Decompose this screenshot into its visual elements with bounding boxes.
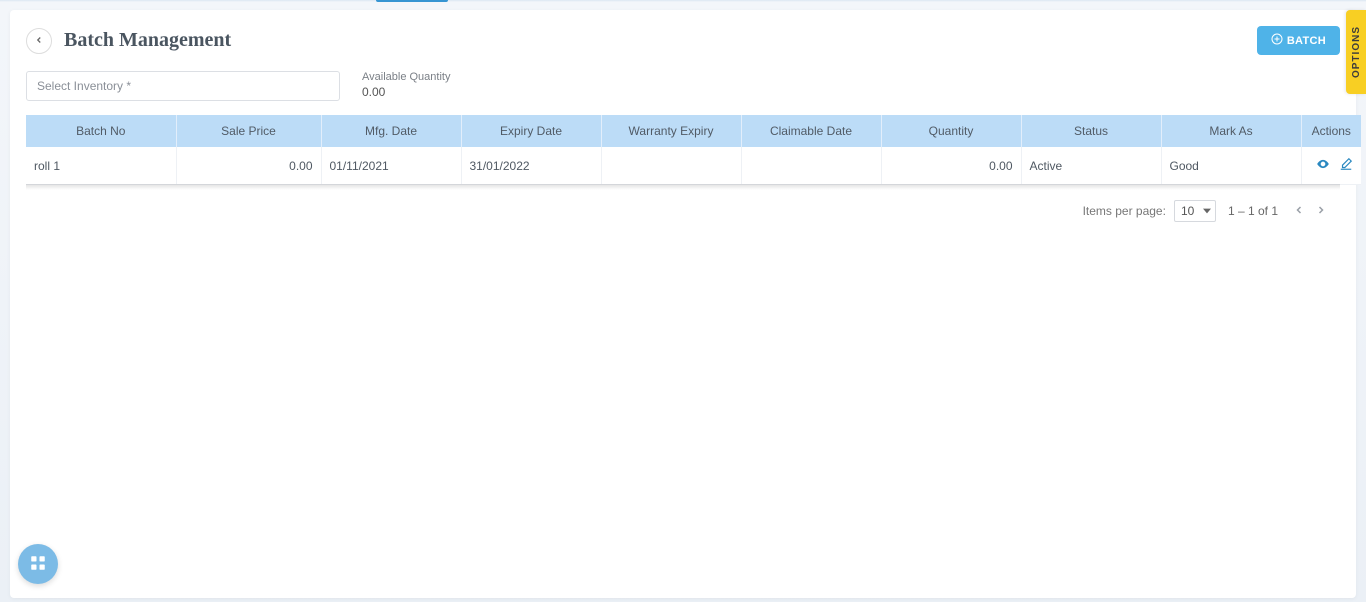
pagination-next[interactable]: [1310, 200, 1332, 222]
col-batch-no: Batch No: [26, 115, 176, 147]
back-button[interactable]: [26, 28, 52, 54]
chevron-right-icon: [1315, 204, 1327, 219]
apps-fab[interactable]: [18, 544, 58, 584]
items-per-page-label: Items per page:: [1083, 204, 1166, 218]
main-panel: Batch Management BATCH Select Inventory …: [10, 10, 1356, 598]
col-actions: Actions: [1301, 115, 1361, 147]
col-claimable-date: Claimable Date: [741, 115, 881, 147]
cell-warranty-expiry: [601, 147, 741, 185]
add-batch-button[interactable]: BATCH: [1257, 26, 1340, 55]
items-per-page-value: 10: [1181, 204, 1194, 218]
table-row: roll 1 0.00 01/11/2021 31/01/2022 0.00 A…: [26, 147, 1361, 185]
col-mfg-date: Mfg. Date: [321, 115, 461, 147]
view-action[interactable]: [1316, 157, 1330, 174]
col-warranty-expiry: Warranty Expiry: [601, 115, 741, 147]
chevron-left-icon: [1293, 204, 1305, 219]
edit-action[interactable]: [1339, 157, 1353, 174]
add-batch-button-label: BATCH: [1287, 35, 1326, 47]
cell-actions: [1301, 147, 1361, 185]
col-sale-price: Sale Price: [176, 115, 321, 147]
items-per-page-select[interactable]: 10: [1174, 200, 1216, 222]
select-inventory-placeholder: Select Inventory *: [37, 79, 131, 93]
page-title: Batch Management: [64, 29, 1257, 52]
plus-icon: [1271, 33, 1287, 48]
cell-expiry-date: 31/01/2022: [461, 147, 601, 185]
edit-icon: [1339, 157, 1353, 174]
col-mark-as: Mark As: [1161, 115, 1301, 147]
cell-claimable-date: [741, 147, 881, 185]
table-header-row: Batch No Sale Price Mfg. Date Expiry Dat…: [26, 115, 1361, 147]
cell-status: Active: [1021, 147, 1161, 185]
pagination-prev[interactable]: [1288, 200, 1310, 222]
filter-row: Select Inventory * Available Quantity 0.…: [26, 71, 1340, 101]
batch-table: Batch No Sale Price Mfg. Date Expiry Dat…: [26, 115, 1361, 185]
col-status: Status: [1021, 115, 1161, 147]
cell-batch-no: roll 1: [26, 147, 176, 185]
pagination: Items per page: 10 1 – 1 of 1: [26, 190, 1340, 222]
caret-down-icon: [1203, 204, 1211, 218]
cell-sale-price: 0.00: [176, 147, 321, 185]
col-expiry-date: Expiry Date: [461, 115, 601, 147]
available-quantity-block: Available Quantity 0.00: [362, 71, 450, 99]
eye-icon: [1316, 157, 1330, 174]
cell-mfg-date: 01/11/2021: [321, 147, 461, 185]
header-row: Batch Management BATCH: [26, 26, 1340, 55]
available-quantity-label: Available Quantity: [362, 71, 450, 83]
available-quantity-value: 0.00: [362, 85, 450, 99]
cell-mark-as: Good: [1161, 147, 1301, 185]
chevron-left-icon: [34, 34, 44, 48]
options-tab-label: OPTIONS: [1351, 26, 1362, 78]
cell-quantity: 0.00: [881, 147, 1021, 185]
apps-icon: [29, 554, 47, 575]
col-quantity: Quantity: [881, 115, 1021, 147]
pagination-range: 1 – 1 of 1: [1228, 204, 1278, 218]
options-tab[interactable]: OPTIONS: [1346, 10, 1366, 94]
active-tab-indicator: [376, 0, 448, 2]
select-inventory-dropdown[interactable]: Select Inventory *: [26, 71, 340, 101]
